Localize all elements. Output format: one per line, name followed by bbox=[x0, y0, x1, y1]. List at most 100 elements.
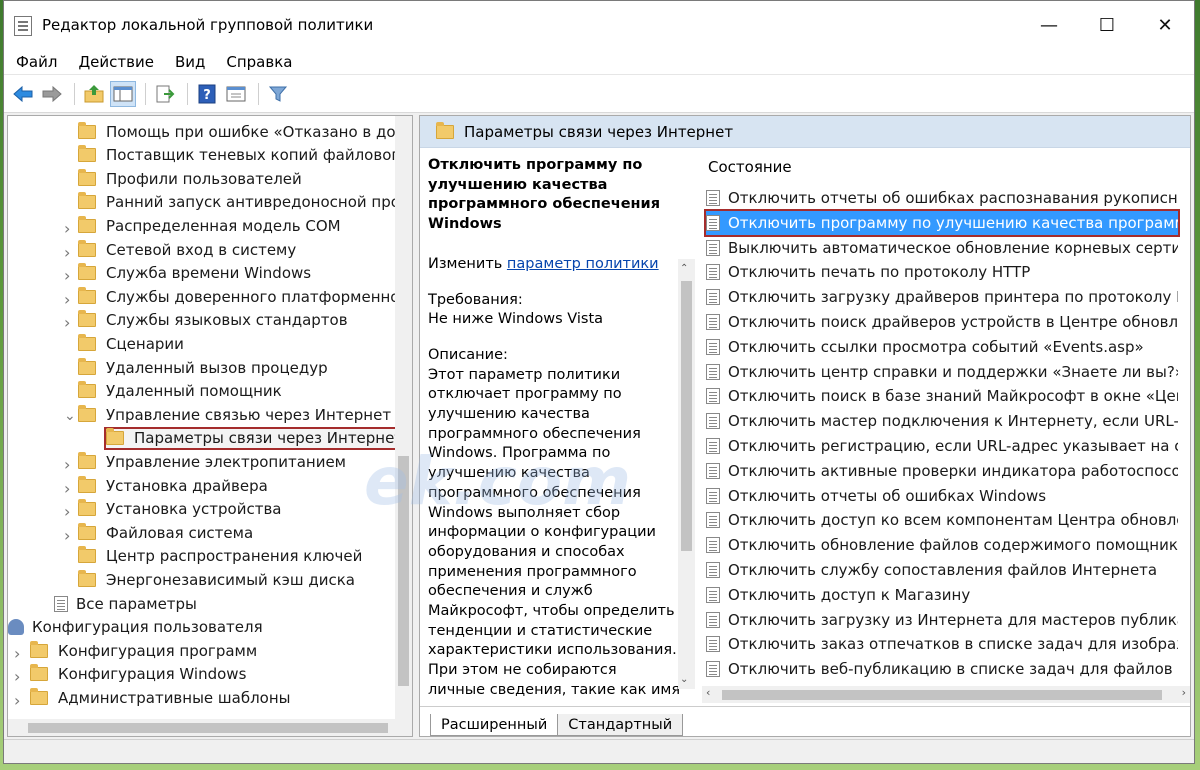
tree-item[interactable]: › Конфигурация Windows bbox=[14, 663, 246, 686]
scroll-down-icon[interactable]: ⌄ bbox=[680, 674, 688, 685]
chevron-right-icon[interactable]: › bbox=[64, 290, 74, 309]
tree-item[interactable]: › Установка устройства bbox=[64, 498, 282, 521]
policy-row[interactable]: Выключить автоматическое обновление корн… bbox=[706, 236, 1178, 260]
policy-label: Отключить активные проверки индикатора р… bbox=[728, 461, 1178, 480]
toolbar-separator bbox=[74, 82, 75, 105]
tree-item[interactable]: › Службы языковых стандартов bbox=[64, 309, 348, 332]
tree-item[interactable]: › Управление электропитанием bbox=[64, 450, 346, 474]
edit-policy-link[interactable]: параметр политики bbox=[507, 256, 659, 272]
policy-label: Отключить мастер подключения к Интернету… bbox=[728, 412, 1178, 431]
chevron-right-icon[interactable]: › bbox=[64, 479, 74, 498]
tree-item[interactable]: Удаленный помощник bbox=[78, 380, 282, 403]
help-icon[interactable]: ? bbox=[194, 81, 220, 107]
tree-item[interactable]: ⌄ Управление связью через Интернет bbox=[64, 403, 391, 426]
chevron-down-icon[interactable]: ⌄ bbox=[64, 408, 76, 424]
tree-item[interactable]: Сценарии bbox=[78, 332, 184, 355]
policy-row[interactable]: Отключить поиск в базе знаний Майкрософт… bbox=[706, 384, 1178, 408]
policy-row[interactable]: Отключить печать по протоколу HTTP bbox=[706, 260, 1178, 284]
up-folder-icon[interactable] bbox=[81, 81, 107, 107]
chevron-right-icon[interactable]: › bbox=[64, 219, 74, 238]
tab-extended[interactable]: Расширенный bbox=[430, 714, 559, 736]
chevron-right-icon[interactable]: › bbox=[64, 526, 74, 545]
scroll-left-icon[interactable]: ‹ bbox=[706, 686, 710, 699]
export-list-icon[interactable] bbox=[152, 81, 178, 107]
policy-row[interactable]: Отключить мастер подключения к Интернету… bbox=[706, 409, 1178, 433]
chevron-right-icon[interactable]: › bbox=[64, 266, 74, 285]
folder-icon bbox=[78, 263, 96, 281]
policy-setting-icon bbox=[706, 289, 720, 306]
chevron-right-icon[interactable]: › bbox=[64, 502, 74, 521]
policy-row[interactable]: Отключить загрузку драйверов принтера по… bbox=[706, 285, 1178, 309]
chevron-right-icon[interactable]: › bbox=[14, 691, 24, 710]
menu-view[interactable]: Вид bbox=[175, 53, 205, 71]
close-button[interactable]: ✕ bbox=[1136, 1, 1194, 49]
tree-item[interactable]: › Распределенная модель COM bbox=[64, 214, 341, 238]
policy-row[interactable]: Отключить центр справки и поддержки «Зна… bbox=[706, 360, 1178, 384]
tab-standard[interactable]: Стандартный bbox=[557, 714, 684, 736]
scroll-thumb[interactable] bbox=[681, 281, 692, 551]
column-header-state[interactable]: Состояние bbox=[708, 158, 792, 176]
tree-item[interactable]: › Службы доверенного платформенного bbox=[64, 285, 412, 309]
filter-icon[interactable] bbox=[265, 81, 291, 107]
tree-item[interactable]: › Сетевой вход в систему bbox=[64, 238, 296, 262]
forward-arrow-icon[interactable] bbox=[39, 81, 65, 107]
minimize-button[interactable]: — bbox=[1020, 1, 1078, 49]
tree-item[interactable]: › Служба времени Windows bbox=[64, 262, 311, 285]
tree-item[interactable]: Поставщик теневых копий файлового bbox=[78, 144, 408, 167]
properties-icon[interactable] bbox=[223, 81, 249, 107]
policy-row[interactable]: Отключить ссылки просмотра событий «Even… bbox=[706, 335, 1178, 359]
chevron-right-icon[interactable]: › bbox=[64, 243, 74, 262]
policy-row[interactable]: Отключить регистрацию, если URL-адрес ук… bbox=[706, 434, 1178, 458]
policy-row[interactable]: Отключить заказ отпечатков в списке зада… bbox=[706, 632, 1178, 656]
show-hide-tree-icon[interactable] bbox=[110, 80, 136, 107]
tree-h-scrollbar[interactable] bbox=[8, 719, 412, 736]
maximize-button[interactable]: ☐ bbox=[1078, 1, 1136, 49]
tree-h-scroll-thumb[interactable] bbox=[28, 723, 388, 733]
tree-item[interactable]: Все параметры bbox=[54, 592, 197, 615]
tree-item[interactable]: › Конфигурация программ bbox=[14, 639, 258, 663]
tree-item-label: Все параметры bbox=[76, 594, 197, 613]
tree-item[interactable]: Энергонезависимый кэш диска bbox=[78, 568, 355, 591]
chevron-right-icon[interactable]: › bbox=[14, 667, 24, 686]
tree-item[interactable]: Центр распространения ключей bbox=[78, 545, 362, 568]
policy-row[interactable]: Отключить отчеты об ошибках распознавани… bbox=[706, 186, 1178, 210]
back-arrow-icon[interactable] bbox=[10, 81, 36, 107]
tree-item[interactable]: Ранний запуск антивредоносной прогр bbox=[78, 191, 412, 214]
tree-item[interactable]: Параметры связи через Интернет bbox=[104, 426, 412, 450]
tree-item-label: Конфигурация программ bbox=[58, 641, 258, 660]
h-scroll-thumb[interactable] bbox=[722, 690, 1162, 700]
description-scrollbar[interactable]: ⌃ ⌄ bbox=[678, 259, 695, 689]
tree-item-label: Удаленный вызов процедур bbox=[106, 358, 328, 377]
tree-scrollbar[interactable] bbox=[395, 116, 412, 720]
menu-action[interactable]: Действие bbox=[78, 53, 154, 71]
policy-row[interactable]: Отключить отчеты об ошибках Windows bbox=[706, 484, 1178, 508]
tree-scroll-thumb[interactable] bbox=[398, 456, 409, 686]
scroll-up-icon[interactable]: ⌃ bbox=[680, 263, 688, 274]
tree-item[interactable]: Помощь при ошибке «Отказано в дост bbox=[78, 120, 412, 143]
scroll-right-icon[interactable]: › bbox=[1182, 686, 1186, 699]
policy-row[interactable]: Отключить веб-публикацию в списке задач … bbox=[706, 657, 1178, 681]
tree-item[interactable]: › Установка драйвера bbox=[64, 474, 268, 498]
policy-row[interactable]: Отключить загрузку из Интернета для маст… bbox=[706, 608, 1178, 632]
chevron-right-icon[interactable]: › bbox=[64, 455, 74, 474]
policy-row[interactable]: Отключить поиск драйверов устройств в Це… bbox=[706, 310, 1178, 334]
policy-row[interactable]: Отключить обновление файлов содержимого … bbox=[706, 533, 1178, 557]
chevron-right-icon[interactable]: › bbox=[64, 313, 74, 332]
policy-row[interactable]: Отключить доступ ко всем компонентам Цен… bbox=[706, 508, 1178, 532]
menu-help[interactable]: Справка bbox=[226, 53, 292, 71]
tree-item[interactable]: Конфигурация пользователя bbox=[8, 616, 263, 639]
chevron-right-icon[interactable]: › bbox=[14, 644, 24, 663]
policy-row[interactable]: Отключить службу сопоставления файлов Ин… bbox=[706, 558, 1178, 582]
tree-item[interactable]: Профили пользователей bbox=[78, 167, 302, 190]
tree-item[interactable]: › Файловая система bbox=[64, 521, 253, 545]
description-line: При этом не собираются bbox=[428, 662, 617, 679]
policy-list-h-scrollbar[interactable]: ‹ › bbox=[702, 686, 1190, 703]
folder-icon bbox=[30, 640, 48, 658]
policy-row[interactable]: Отключить активные проверки индикатора р… bbox=[706, 459, 1178, 483]
tree-item[interactable]: Удаленный вызов процедур bbox=[78, 356, 328, 379]
menu-file[interactable]: Файл bbox=[16, 53, 57, 71]
description-line: улучшению качества bbox=[428, 406, 590, 423]
tree-item[interactable]: › Административные шаблоны bbox=[14, 686, 291, 710]
policy-row[interactable]: Отключить программу по улучшению качеств… bbox=[704, 208, 1180, 237]
policy-row[interactable]: Отключить доступ к Магазину bbox=[706, 583, 1178, 607]
